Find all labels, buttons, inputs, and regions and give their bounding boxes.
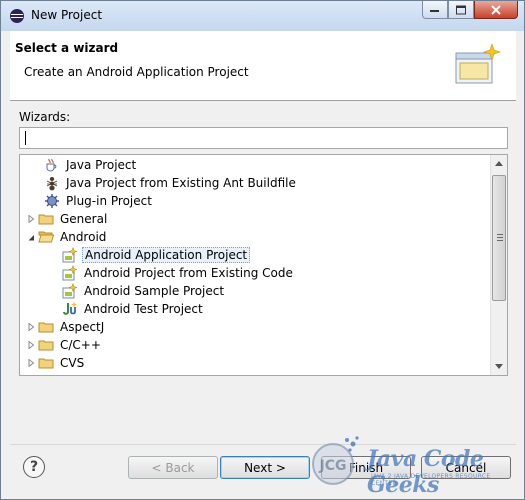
watermark-text: Java Code Geeks: [367, 446, 484, 498]
folder-icon: [38, 340, 54, 351]
new-wizard-icon: [455, 43, 501, 84]
folder-icon: [38, 322, 54, 333]
new-project-dialog: New Project Select a wizard Create an An…: [0, 0, 525, 500]
tree-item-label: C/C++: [60, 338, 101, 352]
close-button[interactable]: [474, 1, 518, 19]
banner-title: Select a wizard: [15, 41, 119, 55]
collapse-arrow-icon[interactable]: [26, 228, 36, 246]
watermark-subtext: JAVA 2 JAVA DEVELOPERS RESOURCE CENTER: [371, 473, 491, 487]
tree-item-label: AspectJ: [60, 320, 105, 334]
junit-icon: [63, 301, 77, 315]
tree-item-label: Android: [60, 230, 107, 244]
folder-icon: [38, 358, 54, 369]
window-title: New Project: [31, 8, 103, 22]
folder-open-icon: [38, 231, 54, 243]
android-project-icon: [62, 283, 78, 299]
tree-item-label: Plug-in Project: [66, 194, 152, 208]
jcg-logo-icon: JCG: [312, 436, 359, 485]
android-project-icon: [62, 247, 78, 263]
wizard-filter-input[interactable]: [19, 127, 508, 149]
expand-arrow-icon[interactable]: [26, 210, 36, 228]
maximize-icon: [456, 5, 466, 14]
tree-item-plugin-project[interactable]: Plug-in Project: [20, 192, 490, 210]
help-icon: ?: [29, 459, 39, 475]
tree-item-label: Android Application Project: [82, 247, 251, 263]
minimize-button[interactable]: [422, 1, 448, 19]
scroll-up-button[interactable]: [491, 155, 507, 172]
text-caret: [25, 131, 26, 145]
close-icon: [491, 4, 501, 15]
tree-item-c-cpp[interactable]: C/C++: [20, 336, 490, 354]
java-code-geeks-watermark: JCG Java Code Geeks JAVA 2 JAVA DEVELOPE…: [297, 432, 517, 498]
tree-item-aspectj[interactable]: AspectJ: [20, 318, 490, 336]
java-project-icon: [46, 158, 57, 172]
tree-scrollbar[interactable]: [490, 155, 507, 375]
wizard-banner: Select a wizard Create an Android Applic…: [10, 31, 516, 101]
title-bar[interactable]: New Project: [1, 1, 524, 31]
wizard-tree[interactable]: Java Project Java Project from Existing …: [19, 154, 508, 376]
tree-item-java-project[interactable]: Java Project: [20, 156, 490, 174]
eclipse-icon: [10, 9, 24, 23]
expand-arrow-icon[interactable]: [26, 318, 36, 336]
folder-icon: [38, 214, 54, 225]
maximize-button[interactable]: [448, 1, 474, 19]
tree-item-label: Java Project from Existing Ant Buildfile: [66, 176, 296, 190]
expand-arrow-icon[interactable]: [26, 336, 36, 354]
back-button[interactable]: < Back: [128, 456, 218, 479]
minimize-icon: [430, 9, 439, 12]
arrow-up-icon: [495, 161, 503, 166]
tree-item-android-test-project[interactable]: Android Test Project: [20, 300, 490, 318]
tree-item-android-sample-project[interactable]: Android Sample Project: [20, 282, 490, 300]
svg-text:JCG: JCG: [319, 458, 347, 474]
tree-item-label: Android Project from Existing Code: [84, 266, 293, 280]
tree-item-label: Java Project: [66, 158, 137, 172]
ant-icon: [46, 177, 58, 191]
arrow-down-icon: [495, 364, 503, 369]
tree-item-android[interactable]: Android: [20, 228, 490, 246]
android-project-icon: [62, 265, 78, 281]
tree-item-label: Android Test Project: [84, 302, 203, 316]
tree-item-label: General: [60, 212, 108, 226]
scroll-down-button[interactable]: [491, 358, 507, 375]
plugin-icon: [45, 194, 59, 208]
help-button[interactable]: ?: [23, 456, 45, 478]
tree-item-cvs[interactable]: CVS: [20, 354, 490, 372]
tree-item-general[interactable]: General: [20, 210, 490, 228]
expand-arrow-icon[interactable]: [26, 354, 36, 372]
tree-item-label: CVS: [60, 356, 85, 370]
scroll-thumb[interactable]: [492, 175, 506, 301]
tree-item-label: Android Sample Project: [84, 284, 225, 298]
banner-description: Create an Android Application Project: [24, 65, 249, 79]
tree-item-android-existing-code[interactable]: Android Project from Existing Code: [20, 264, 490, 282]
tree-item-java-ant[interactable]: Java Project from Existing Ant Buildfile: [20, 174, 490, 192]
tree-item-android-application-project[interactable]: Android Application Project: [20, 246, 490, 264]
wizards-label: Wizards:: [19, 110, 71, 124]
